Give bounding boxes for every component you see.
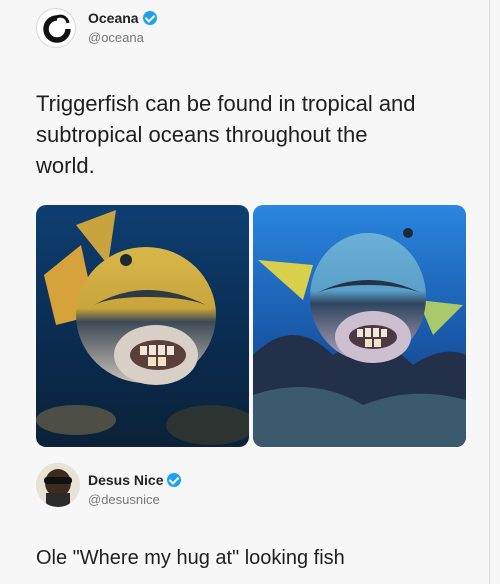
author-name-row: Oceana: [88, 10, 157, 26]
reply-author-name-row: Desus Nice: [88, 472, 182, 488]
reply-text: Ole "Where my hug at" looking fish: [36, 547, 345, 569]
tweet-text-line: subtropical oceans throughout the: [36, 122, 368, 147]
person-avatar-icon: [36, 463, 80, 507]
triggerfish-photo-right: [253, 205, 466, 447]
tweet-media: [36, 205, 466, 447]
author-name[interactable]: Oceana: [88, 10, 139, 26]
triggerfish-photo[interactable]: [36, 205, 249, 447]
desus-avatar[interactable]: [36, 463, 80, 507]
verified-badge-icon: [142, 11, 157, 25]
tweet-text-line: world.: [36, 153, 95, 178]
triggerfish-photo-left: [36, 205, 249, 447]
tweet-text: Triggerfish can be found in tropical and…: [36, 88, 466, 181]
tweet-text-line: Triggerfish can be found in tropical and: [36, 91, 416, 116]
author-handle[interactable]: @oceana: [88, 30, 144, 45]
oceana-avatar[interactable]: [36, 8, 76, 48]
reply-author-handle[interactable]: @desusnice: [88, 492, 160, 507]
divider-line: [489, 0, 490, 584]
reply-author-name[interactable]: Desus Nice: [88, 472, 163, 488]
oceana-logo-icon: [43, 14, 71, 43]
triggerfish-photo[interactable]: [253, 205, 466, 447]
verified-badge-icon: [167, 473, 182, 487]
